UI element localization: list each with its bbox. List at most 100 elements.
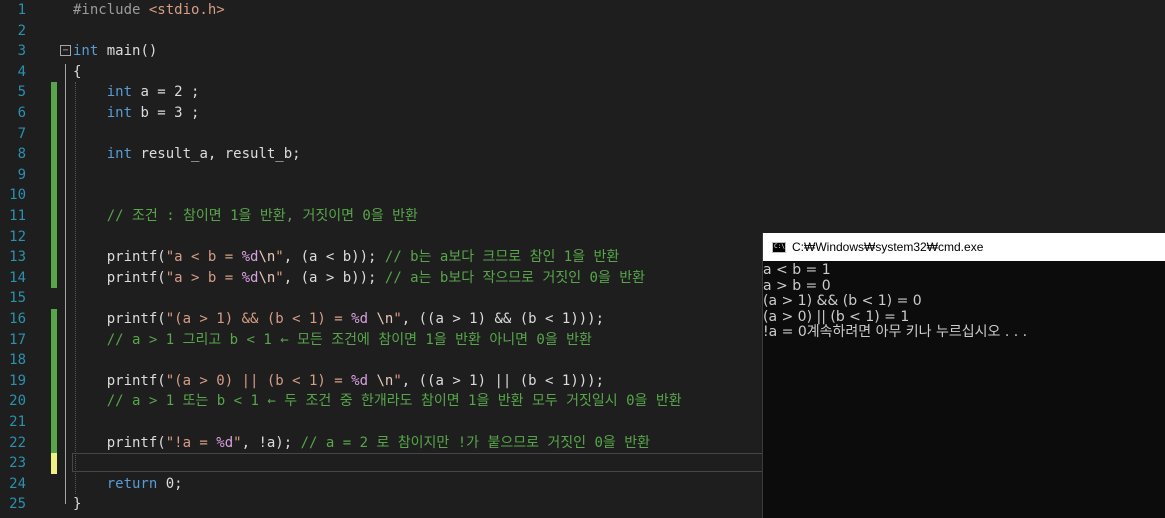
line-number: 25 (9, 496, 26, 513)
saved-change-marker (51, 82, 57, 103)
code-token: { (73, 63, 82, 80)
code-token: // a = 2 로 참이지만 !가 붙으므로 거짓인 0을 반환 (300, 434, 650, 451)
line-number: 6 (17, 105, 26, 121)
line-number: 11 (9, 208, 26, 224)
code-line[interactable]: 2 (0, 21, 1165, 42)
code-text: { (73, 62, 81, 83)
code-line[interactable]: 4{ (0, 62, 1165, 83)
code-token: #include (73, 2, 149, 18)
code-token: %d (351, 372, 369, 389)
line-number: 10 (9, 187, 26, 204)
code-token: \n (376, 372, 394, 389)
code-token: \n (258, 269, 276, 286)
console-output-line: (a > 0) || (b < 1) = 1 (763, 308, 910, 325)
console-output: a < b = 1a > b = 0 (a > 1) && (b < 1) = 0… (763, 262, 1165, 341)
console-window[interactable]: C:\ C:₩Windows₩system32₩cmd.exe a < b = … (762, 233, 1165, 518)
line-number: 19 (9, 372, 26, 389)
saved-change-marker (51, 206, 57, 227)
saved-change-marker (51, 164, 57, 186)
line-number: 21 (9, 414, 26, 430)
line-number: 14 (9, 269, 26, 286)
line-number: 4 (17, 63, 26, 80)
line-number: 12 (9, 228, 26, 245)
code-token: printf( (73, 372, 166, 389)
code-token: %d (351, 311, 369, 327)
code-token: " (233, 434, 242, 451)
line-number: 13 (9, 249, 26, 266)
code-line[interactable]: 8 int result_a, result_b; (0, 144, 1165, 165)
line-number: 1 (17, 2, 26, 18)
code-token: int (106, 84, 133, 101)
code-token: " (393, 311, 402, 327)
code-token: result_a, result_b; (132, 146, 301, 163)
code-token: "a > b = (165, 269, 242, 286)
console-output-line: a > b = 0 (763, 277, 831, 294)
code-token: return (106, 475, 158, 492)
code-line[interactable]: 9 (0, 164, 1165, 186)
indent-guide (75, 82, 76, 495)
console-output-line: (a > 1) && (b < 1) = 0 (763, 293, 922, 310)
line-number: 24 (9, 475, 26, 492)
line-number: 17 (9, 331, 26, 348)
code-token: printf( (73, 269, 166, 286)
line-number: 7 (17, 125, 26, 142)
code-token: , !a); (241, 434, 301, 451)
code-token: printf( (73, 311, 166, 327)
console-titlebar[interactable]: C:\ C:₩Windows₩system32₩cmd.exe (763, 233, 1165, 261)
line-number: 3 (17, 43, 26, 60)
saved-change-marker (51, 350, 57, 371)
code-line[interactable]: 5 int a = 2 ; (0, 82, 1165, 103)
code-token: // a > 1 그리고 b < 1 ← 모든 조건에 참이면 1을 반환 아니… (106, 331, 592, 348)
console-output-line: !a = 0계속하려면 아무 키나 누르십시오 . . . (763, 324, 1028, 341)
saved-change-marker (51, 185, 57, 206)
code-line[interactable]: 3 − int main() (0, 41, 1165, 62)
code-text: printf("!a = %d", !a); // a = 2 로 참이지만 !… (73, 433, 650, 454)
line-number: 2 (17, 22, 26, 39)
line-number: 18 (9, 352, 26, 369)
code-token: // a는 b보다 작으므로 거짓인 0을 반환 (384, 269, 646, 286)
code-token: printf( (73, 434, 166, 451)
code-line[interactable]: 6 int b = 3 ; (0, 103, 1165, 124)
code-token: main() (98, 43, 158, 60)
code-token: int (73, 43, 99, 60)
line-number: 23 (9, 455, 26, 472)
code-token: int (106, 105, 133, 121)
code-token: %d (241, 249, 259, 266)
code-token: \n (258, 249, 276, 266)
code-token: a = 2 ; (132, 84, 200, 101)
line-number: 20 (9, 393, 26, 410)
saved-change-marker (51, 432, 57, 454)
code-line[interactable]: 10 (0, 185, 1165, 206)
code-line[interactable]: 1 #include <stdio.h> (0, 0, 1165, 21)
code-token: %d (241, 269, 259, 286)
code-token: // 조건 : 참이면 1을 반환, 거짓이면 0을 반환 (106, 208, 418, 224)
code-token: %d (216, 434, 234, 451)
code-token: b = 3 ; (132, 105, 200, 121)
code-text: int a = 2 ; (73, 82, 200, 103)
code-token: , (a < b)); (283, 249, 385, 266)
code-token: // b는 a보다 크므로 참인 1을 반환 (384, 249, 620, 266)
code-line[interactable]: 7 (0, 123, 1165, 145)
saved-change-marker (51, 247, 57, 268)
code-text: #include <stdio.h> (73, 0, 225, 21)
code-line[interactable]: 11 // 조건 : 참이면 1을 반환, 거짓이면 0을 반환 (0, 206, 1165, 227)
code-token: <stdio.h> (148, 2, 225, 18)
code-token: \n (376, 311, 394, 327)
saved-change-marker (51, 123, 57, 145)
code-text: int b = 3 ; (73, 103, 200, 124)
code-text: printf("(a > 0) || (b < 1) = %d \n", ((a… (73, 371, 604, 392)
collapse-icon[interactable]: − (60, 45, 71, 57)
code-token: int (106, 146, 133, 163)
code-text: // a > 1 그리고 b < 1 ← 모든 조건에 참이면 1을 반환 아니… (73, 330, 592, 351)
code-token: "(a > 0) || (b < 1) = (165, 372, 352, 389)
line-number: 15 (9, 290, 26, 307)
line-number: 22 (9, 434, 26, 451)
code-text: printf("a > b = %d\n", (a > b)); // a는 b… (73, 268, 645, 289)
code-token: 0; (157, 475, 183, 492)
code-token: , (a > b)); (283, 269, 385, 286)
unsaved-change-marker (51, 453, 57, 474)
